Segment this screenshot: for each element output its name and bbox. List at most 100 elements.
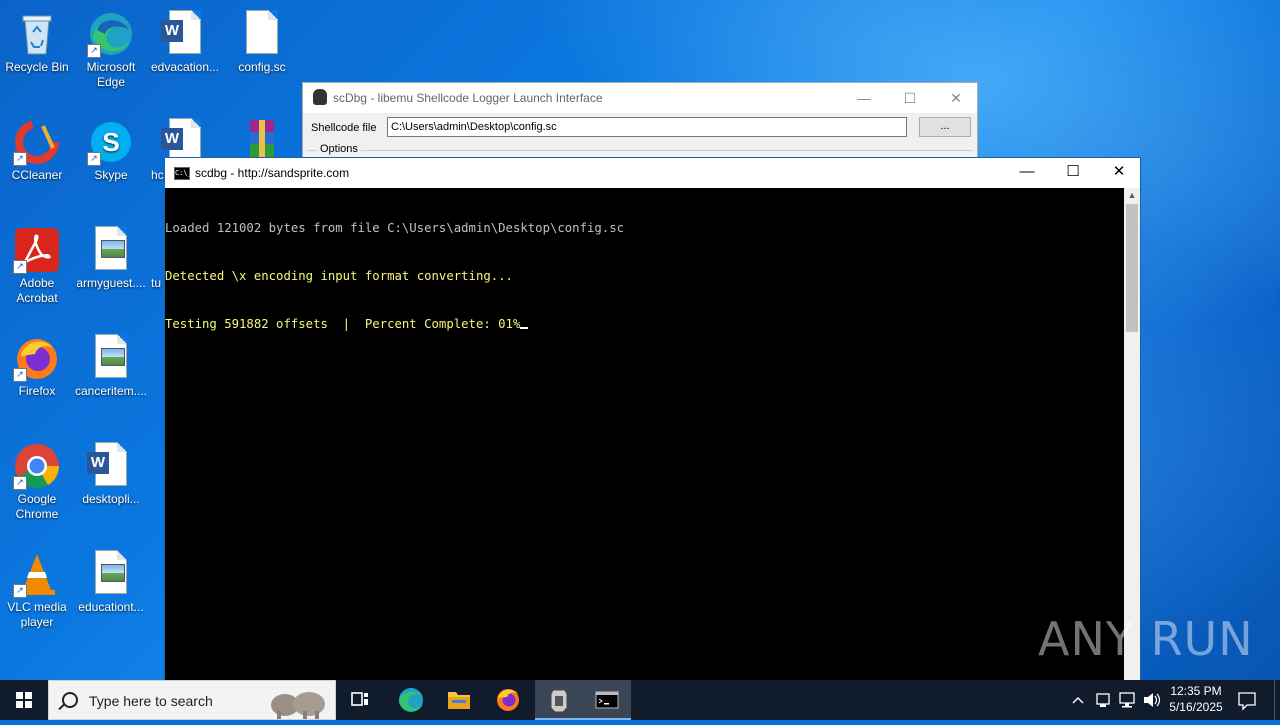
scroll-up-arrow-icon[interactable]: ▲ (1124, 190, 1140, 202)
maximize-button[interactable]: ☐ (1050, 158, 1096, 188)
word-document-icon: W (87, 442, 135, 490)
browse-button[interactable]: ... (919, 117, 971, 137)
taskbar: Type here to search 12:35 PM 5/16/2025 (0, 680, 1280, 720)
taskbar-edge[interactable] (387, 680, 435, 720)
shortcut-arrow-icon: ↗ (13, 584, 27, 598)
desktop-icon-label: config.sc (238, 60, 286, 74)
close-button[interactable]: ✕ (1096, 158, 1142, 188)
action-center-button[interactable] (1232, 680, 1262, 720)
console-window: C:\_ scdbg - http://sandsprite.com — ☐ ✕… (164, 157, 1141, 680)
task-view-button[interactable] (336, 680, 384, 720)
desktop-icon-label: armyguest.... (76, 276, 146, 290)
search-placeholder: Type here to search (89, 693, 213, 709)
desktop-icon-image-file[interactable]: armyguest.... (73, 220, 149, 291)
desktop-icon-edge[interactable]: ↗ Microsoft Edge (73, 4, 149, 90)
close-button[interactable]: ✕ (933, 87, 979, 109)
desktop-icon-label: Recycle Bin (5, 60, 69, 74)
search-box[interactable]: Type here to search (48, 680, 336, 720)
desktop-icon-vlc[interactable]: ↗ VLC media player (0, 544, 75, 630)
desktop-icon-recycle-bin[interactable]: Recycle Bin (0, 4, 75, 75)
console-line: Testing 591882 offsets | Percent Complet… (165, 317, 521, 331)
desktop-icon-label: Google Chrome (15, 492, 59, 521)
shortcut-arrow-icon: ↗ (13, 476, 27, 490)
desktop-icon-google-chrome[interactable]: ↗ Google Chrome (0, 436, 75, 522)
window-title: scdbg - http://sandsprite.com (195, 166, 350, 180)
watermark: ANY RUN (1038, 612, 1254, 666)
svg-text:S: S (102, 127, 119, 157)
desktop-icon-label: edvacation... (150, 60, 220, 74)
console-titlebar[interactable]: C:\_ scdbg - http://sandsprite.com — ☐ ✕ (165, 158, 1140, 188)
shellcode-file-input[interactable]: C:\Users\admin\Desktop\config.sc (387, 117, 907, 137)
maximize-button[interactable]: ☐ (887, 87, 933, 109)
console-line: Detected \x encoding input format conver… (165, 269, 513, 283)
desktop-icon-image-file[interactable]: canceritem.... (73, 328, 149, 399)
desktop-icon-label: desktopli... (82, 492, 140, 506)
chrome-icon: ↗ (13, 442, 61, 490)
desktop-icon-label: VLC media player (7, 600, 67, 629)
shortcut-arrow-icon: ↗ (13, 152, 27, 166)
tray-device-icon[interactable] (1092, 680, 1114, 720)
desktop-icon-label: Skype (94, 168, 128, 182)
search-highlight-icon (271, 692, 325, 719)
edge-icon: ↗ (87, 10, 135, 58)
desktop-icon-ccleaner[interactable]: ↗ CCleaner (0, 112, 75, 183)
desktop-icon-label: canceritem.... (74, 384, 148, 398)
firefox-icon (497, 689, 519, 711)
scrollbar-thumb[interactable] (1126, 204, 1138, 332)
console-output[interactable]: Loaded 121002 bytes from file C:\Users\a… (165, 188, 1125, 680)
desktop-icon-label: CCleaner (11, 168, 63, 182)
scdbg-titlebar[interactable]: scDbg - libemu Shellcode Logger Launch I… (303, 83, 977, 113)
tray-network-icon[interactable] (1116, 680, 1138, 720)
desktop-icon-config-sc[interactable]: config.sc (224, 4, 300, 75)
folder-icon (448, 692, 470, 709)
network-icon (1119, 692, 1135, 708)
console-line: Loaded 121002 bytes from file C:\Users\a… (165, 221, 625, 235)
speaker-icon (1144, 693, 1161, 707)
vertical-scrollbar[interactable]: ▲ (1124, 188, 1140, 680)
taskbar-scdbg[interactable] (535, 680, 583, 720)
ccleaner-icon: ↗ (13, 118, 61, 166)
start-button[interactable] (0, 680, 48, 720)
tray-volume-icon[interactable] (1140, 680, 1162, 720)
minimize-button[interactable]: — (1004, 158, 1050, 188)
vlc-cone-icon: ↗ (13, 550, 61, 598)
desktop-icon-word-file[interactable]: W edvacation... (147, 4, 223, 75)
adobe-acrobat-icon: ↗ (13, 226, 61, 274)
desktop-icon-label: Adobe Acrobat (16, 276, 58, 305)
show-desktop-button[interactable] (1274, 680, 1280, 720)
show-hidden-icons-button[interactable] (1068, 680, 1088, 720)
desktop-icon-firefox[interactable]: ↗ Firefox (0, 328, 75, 399)
taskbar-firefox[interactable] (484, 680, 532, 720)
options-label: Options (317, 143, 361, 155)
minimize-button[interactable]: — (841, 87, 887, 109)
chevron-up-icon (1072, 697, 1084, 704)
device-icon (1096, 693, 1110, 707)
clock-date: 5/16/2025 (1169, 700, 1223, 714)
image-file-icon (87, 226, 135, 274)
taskbar-file-explorer[interactable] (435, 680, 483, 720)
scdbg-app-icon (313, 89, 327, 105)
taskbar-console[interactable] (583, 680, 631, 720)
desktop-icon-word-file[interactable]: W desktopli... (73, 436, 149, 507)
scdbg-app-icon (550, 689, 568, 713)
desktop-icon-label: educationt... (78, 600, 144, 614)
shortcut-arrow-icon: ↗ (13, 368, 27, 382)
notification-icon (1238, 692, 1256, 711)
windows-logo-icon (16, 692, 32, 708)
edge-icon (399, 688, 423, 712)
desktop-icon-label: Microsoft Edge (86, 60, 136, 89)
desktop-icon-skype[interactable]: S ↗ Skype (73, 112, 149, 183)
taskbar-clock[interactable]: 12:35 PM 5/16/2025 (1162, 683, 1230, 715)
skype-icon: S ↗ (87, 118, 135, 166)
desktop-icon-adobe-acrobat[interactable]: ↗ Adobe Acrobat (0, 220, 75, 306)
task-view-icon (351, 692, 368, 706)
firefox-icon: ↗ (13, 334, 61, 382)
console-icon (595, 691, 619, 709)
shortcut-arrow-icon: ↗ (87, 44, 101, 58)
desktop-icon-image-file[interactable]: educationt... (73, 544, 149, 615)
text-cursor (520, 327, 529, 329)
desktop-icon-label: Firefox (18, 384, 56, 398)
window-title: scDbg - libemu Shellcode Logger Launch I… (333, 91, 603, 105)
shortcut-arrow-icon: ↗ (87, 152, 101, 166)
console-icon: C:\_ (174, 167, 192, 180)
